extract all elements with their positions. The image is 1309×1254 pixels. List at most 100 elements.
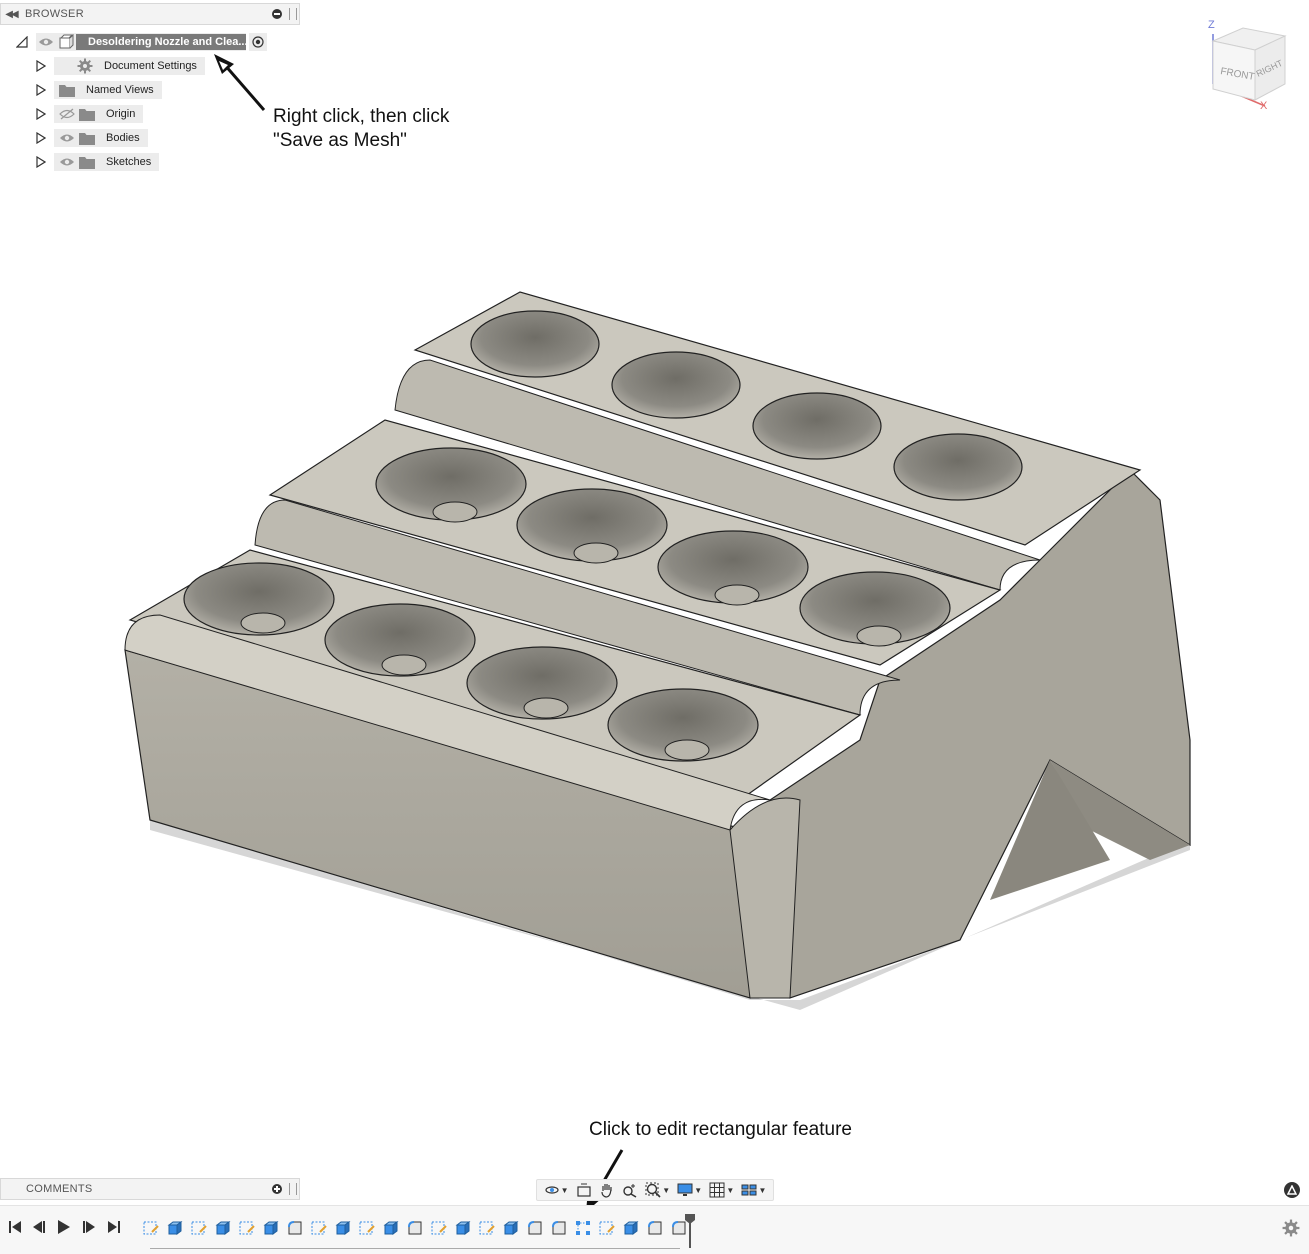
timeline-last-button[interactable]: [107, 1220, 121, 1239]
root-chip[interactable]: Desoldering Nozzle and Clea...: [36, 33, 246, 51]
timeline-play-button[interactable]: [57, 1220, 71, 1239]
timeline-next-button[interactable]: [82, 1220, 96, 1239]
timeline-feature-fillet[interactable]: [286, 1219, 304, 1237]
step-forward-icon: [83, 1221, 95, 1233]
browser-item-document-settings[interactable]: Document Settings: [34, 56, 205, 76]
annotation-arrow-top: [214, 54, 266, 111]
orbit-tool[interactable]: ▼: [544, 1181, 569, 1199]
browser-title: BROWSER: [25, 8, 84, 20]
sketch-icon: [479, 1221, 495, 1235]
skip-first-icon: [9, 1221, 21, 1233]
timeline-feature-sketch[interactable]: [190, 1219, 208, 1237]
autodesk-badge-icon[interactable]: [1284, 1182, 1300, 1198]
step-back-icon: [33, 1221, 45, 1233]
timeline-feature-sketch[interactable]: [142, 1219, 160, 1237]
display-settings-tool[interactable]: ▼: [677, 1181, 702, 1199]
activate-radio-icon[interactable]: [249, 33, 267, 51]
fillet-icon: [408, 1221, 422, 1235]
extrude-icon: [623, 1221, 639, 1235]
eye-hidden-icon[interactable]: [56, 108, 78, 120]
gear-icon: [76, 58, 94, 74]
timeline-feature-sketch[interactable]: [430, 1219, 448, 1237]
orbit-icon: [544, 1186, 559, 1194]
timeline-marker[interactable]: [685, 1212, 695, 1248]
fillet-icon: [288, 1221, 302, 1235]
collapsed-triangle-icon[interactable]: [34, 84, 46, 96]
browser-item-named-views[interactable]: Named Views: [34, 80, 162, 100]
browser-minimize-button[interactable]: [269, 6, 285, 22]
browser-item-bodies[interactable]: Bodies: [34, 128, 148, 148]
pan-tool[interactable]: [599, 1181, 615, 1199]
viewports-tool[interactable]: ▼: [741, 1181, 766, 1199]
fit-tool[interactable]: ▼: [645, 1181, 670, 1199]
gear-icon: [1282, 1219, 1300, 1237]
expanded-triangle-icon[interactable]: [16, 36, 28, 48]
browser-item-chip[interactable]: Named Views: [54, 81, 162, 99]
root-component-label[interactable]: Desoldering Nozzle and Clea...: [76, 34, 246, 50]
timeline-feature-sketch[interactable]: [238, 1219, 256, 1237]
timeline-rail: [150, 1244, 680, 1249]
browser-root-node[interactable]: Desoldering Nozzle and Clea...: [16, 32, 267, 52]
browser-item-label: Origin: [106, 108, 136, 120]
timeline-first-button[interactable]: [8, 1220, 22, 1239]
panel-grip-icon[interactable]: [289, 8, 297, 20]
hand-icon: [601, 1184, 612, 1198]
zoom-tool[interactable]: [622, 1181, 638, 1199]
timeline-feature-sketch[interactable]: [310, 1219, 328, 1237]
eye-icon[interactable]: [36, 37, 56, 47]
timeline-feature-extrude[interactable]: [502, 1219, 520, 1237]
extrude-icon: [215, 1221, 231, 1235]
timeline-feature-sketch[interactable]: [598, 1219, 616, 1237]
timeline-feature-extrude[interactable]: [382, 1219, 400, 1237]
collapsed-triangle-icon[interactable]: [34, 60, 46, 72]
viewcube[interactable]: FRONT RIGHT Z X: [1200, 14, 1300, 114]
eye-icon[interactable]: [56, 133, 78, 143]
browser-item-origin[interactable]: Origin: [34, 104, 144, 124]
timeline-prev-button[interactable]: [32, 1220, 46, 1239]
collapse-panel-icon[interactable]: ◀◀: [1, 9, 21, 20]
look-at-tool[interactable]: [576, 1181, 592, 1199]
axis-z-label: Z: [1208, 19, 1215, 31]
timeline-feature-sketch[interactable]: [478, 1219, 496, 1237]
extrude-icon: [167, 1221, 183, 1235]
timeline-feature-extrude[interactable]: [214, 1219, 232, 1237]
browser-header: ◀◀ BROWSER: [0, 3, 300, 25]
nozzle-hole: [470, 310, 600, 378]
sketch-icon: [143, 1221, 159, 1235]
timeline-feature-rect-pattern[interactable]: [574, 1219, 592, 1237]
timeline-feature-fillet[interactable]: [550, 1219, 568, 1237]
browser-item-chip[interactable]: Document Settings: [54, 57, 205, 75]
comments-add-button[interactable]: [269, 1181, 285, 1197]
timeline-settings-button[interactable]: [1282, 1219, 1300, 1242]
timeline-feature-extrude[interactable]: [166, 1219, 184, 1237]
extrude-icon: [383, 1221, 399, 1235]
timeline-feature-fillet[interactable]: [526, 1219, 544, 1237]
timeline-feature-extrude[interactable]: [262, 1219, 280, 1237]
browser-item-chip[interactable]: Bodies: [54, 129, 148, 147]
browser-item-label: Bodies: [106, 132, 140, 144]
sketch-icon: [359, 1221, 375, 1235]
collapsed-triangle-icon[interactable]: [34, 156, 46, 168]
timeline-feature-sketch[interactable]: [358, 1219, 376, 1237]
timeline-feature-extrude[interactable]: [622, 1219, 640, 1237]
comments-bar[interactable]: COMMENTS: [0, 1178, 300, 1200]
model-viewport[interactable]: [110, 280, 1210, 1020]
timeline-feature-extrude[interactable]: [334, 1219, 352, 1237]
nozzle-hole: [752, 392, 882, 460]
collapsed-triangle-icon[interactable]: [34, 108, 46, 120]
timeline-feature-extrude[interactable]: [454, 1219, 472, 1237]
comments-title: COMMENTS: [26, 1183, 93, 1195]
timeline-feature-fillet[interactable]: [406, 1219, 424, 1237]
sketch-icon: [599, 1221, 615, 1235]
look-at-icon: [577, 1183, 591, 1197]
grid-settings-tool[interactable]: ▼: [709, 1181, 734, 1199]
annotation-bottom: Click to edit rectangular feature: [589, 1119, 852, 1140]
browser-item-chip[interactable]: Origin: [54, 105, 144, 123]
eye-icon[interactable]: [56, 157, 78, 167]
collapsed-triangle-icon[interactable]: [34, 132, 46, 144]
timeline-feature-fillet[interactable]: [646, 1219, 664, 1237]
extrude-icon: [335, 1221, 351, 1235]
browser-item-chip[interactable]: Sketches: [54, 153, 160, 171]
panel-grip-icon[interactable]: [289, 1183, 297, 1195]
browser-item-sketches[interactable]: Sketches: [34, 152, 160, 172]
